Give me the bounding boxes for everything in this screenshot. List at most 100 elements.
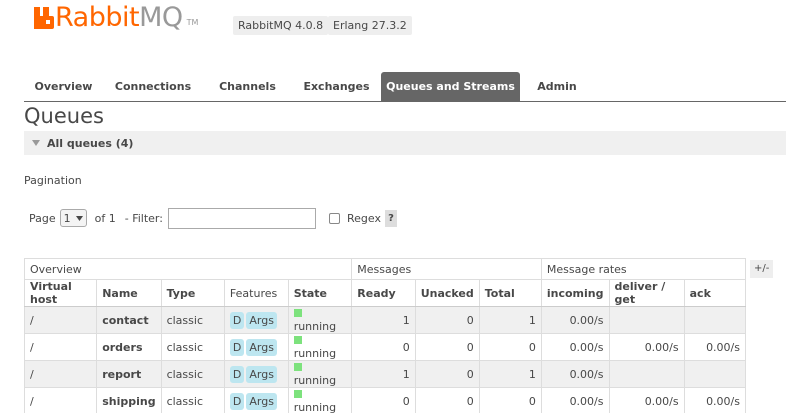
feature-durable-badge: D xyxy=(229,338,245,356)
pagination-controls: Page 1 of 1 - Filter: Regex ? xyxy=(29,206,397,230)
state-text: running xyxy=(293,374,337,387)
cell-state: running xyxy=(287,360,353,388)
cell-state: running xyxy=(287,333,353,361)
col-name[interactable]: Name xyxy=(96,279,162,307)
cell-incoming: 0.00/s xyxy=(540,387,610,413)
col-virtual-host[interactable]: Virtual host xyxy=(23,279,98,307)
queues-table: Overview Messages Message rates Virtual … xyxy=(23,258,747,413)
tab-connections[interactable]: Connections xyxy=(103,72,203,102)
col-ready[interactable]: Ready xyxy=(351,279,416,307)
cell-vhost: / xyxy=(23,333,98,361)
col-deliver-get[interactable]: deliver / get xyxy=(608,279,685,307)
regex-help-button[interactable]: ? xyxy=(384,209,397,227)
cell-total: 0 xyxy=(478,387,542,413)
tabs-divider xyxy=(24,101,786,102)
cell-ack xyxy=(683,360,747,388)
cell-ack xyxy=(683,306,747,334)
cell-unacked: 0 xyxy=(414,333,480,361)
chevron-down-icon xyxy=(75,215,83,221)
group-header-overview: Overview xyxy=(23,258,353,280)
page-count: of 1 xyxy=(94,211,116,225)
group-header-message-rates: Message rates xyxy=(540,258,747,280)
tab-queues-and-streams[interactable]: Queues and Streams xyxy=(381,72,520,102)
cell-deliver-get xyxy=(608,306,685,334)
rabbitmq-logo[interactable]: Rabbit MQ TM xyxy=(34,3,198,33)
tab-admin[interactable]: Admin xyxy=(520,72,594,102)
section-title: All queues (4) xyxy=(47,136,134,150)
running-status-icon xyxy=(293,336,302,344)
col-state[interactable]: State xyxy=(287,279,353,307)
cell-total: 1 xyxy=(478,306,542,334)
tab-channels[interactable]: Channels xyxy=(203,72,292,102)
all-queues-section-toggle[interactable]: All queues (4) xyxy=(24,131,786,155)
feature-durable-badge: D xyxy=(229,392,245,410)
rabbitmq-logo-icon xyxy=(34,7,54,29)
regex-label: Regex xyxy=(346,211,381,225)
cell-incoming: 0.00/s xyxy=(540,360,610,388)
state-text: running xyxy=(293,320,337,333)
feature-args-badge: Args xyxy=(246,392,277,410)
state-text: running xyxy=(293,401,337,413)
page-title: Queues xyxy=(24,104,104,128)
cell-vhost: / xyxy=(23,360,98,388)
cell-unacked: 0 xyxy=(414,387,480,413)
page-label: Page xyxy=(29,211,56,225)
cell-type: classic xyxy=(160,360,225,388)
cell-total: 1 xyxy=(478,360,542,388)
feature-args-badge: Args xyxy=(246,338,277,356)
feature-durable-badge: D xyxy=(229,365,245,383)
cell-deliver-get: 0.00/s xyxy=(608,387,685,413)
filter-label: - Filter: xyxy=(124,211,163,225)
queue-link-orders[interactable]: orders xyxy=(96,333,162,361)
col-features: Features xyxy=(223,279,289,307)
page-select[interactable]: 1 xyxy=(59,209,87,227)
cell-state: running xyxy=(287,306,353,334)
regex-checkbox[interactable] xyxy=(328,212,340,224)
cell-type: classic xyxy=(160,387,225,413)
col-ack[interactable]: ack xyxy=(683,279,747,307)
rabbitmq-version: RabbitMQ 4.0.8 xyxy=(233,16,329,35)
erlang-version: Erlang 27.3.2 xyxy=(328,16,412,35)
col-type[interactable]: Type xyxy=(160,279,225,307)
cell-deliver-get: 0.00/s xyxy=(608,333,685,361)
col-total[interactable]: Total xyxy=(478,279,542,307)
cell-state: running xyxy=(287,387,353,413)
feature-args-badge: Args xyxy=(246,365,277,383)
cell-ack: 0.00/s xyxy=(683,387,747,413)
table-row: / shipping classic D Args running 0 0 0 0… xyxy=(23,387,747,413)
cell-incoming: 0.00/s xyxy=(540,306,610,334)
cell-unacked: 0 xyxy=(414,360,480,388)
cell-incoming: 0.00/s xyxy=(540,333,610,361)
cell-ready: 1 xyxy=(351,306,416,334)
cell-features: D Args xyxy=(223,360,289,388)
col-incoming[interactable]: incoming xyxy=(540,279,610,307)
cell-type: classic xyxy=(160,306,225,334)
queue-link-shipping[interactable]: shipping xyxy=(96,387,162,413)
cell-ready: 0 xyxy=(351,333,416,361)
queue-link-report[interactable]: report xyxy=(96,360,162,388)
cell-total: 0 xyxy=(478,333,542,361)
state-text: running xyxy=(293,347,337,360)
main-nav-tabs: Overview Connections Channels Exchanges … xyxy=(24,72,594,102)
running-status-icon xyxy=(293,309,302,317)
cell-features: D Args xyxy=(223,387,289,413)
cell-unacked: 0 xyxy=(414,306,480,334)
filter-input[interactable] xyxy=(167,207,316,229)
feature-args-badge: Args xyxy=(246,311,277,329)
tab-exchanges[interactable]: Exchanges xyxy=(292,72,381,102)
col-unacked[interactable]: Unacked xyxy=(414,279,480,307)
group-header-messages: Messages xyxy=(351,258,542,280)
running-status-icon xyxy=(293,390,302,398)
queue-link-contact[interactable]: contact xyxy=(96,306,162,334)
cell-ack: 0.00/s xyxy=(683,333,747,361)
brand-mq: MQ xyxy=(139,2,183,33)
tab-overview[interactable]: Overview xyxy=(24,72,103,102)
table-row: / contact classic D Args running 1 0 1 0.… xyxy=(23,306,747,334)
trademark: TM xyxy=(186,18,199,27)
running-status-icon xyxy=(293,363,302,371)
column-options-button[interactable]: +/- xyxy=(750,260,774,278)
feature-durable-badge: D xyxy=(229,311,245,329)
cell-deliver-get xyxy=(608,360,685,388)
pagination-label: Pagination xyxy=(24,174,82,187)
cell-ready: 1 xyxy=(351,360,416,388)
